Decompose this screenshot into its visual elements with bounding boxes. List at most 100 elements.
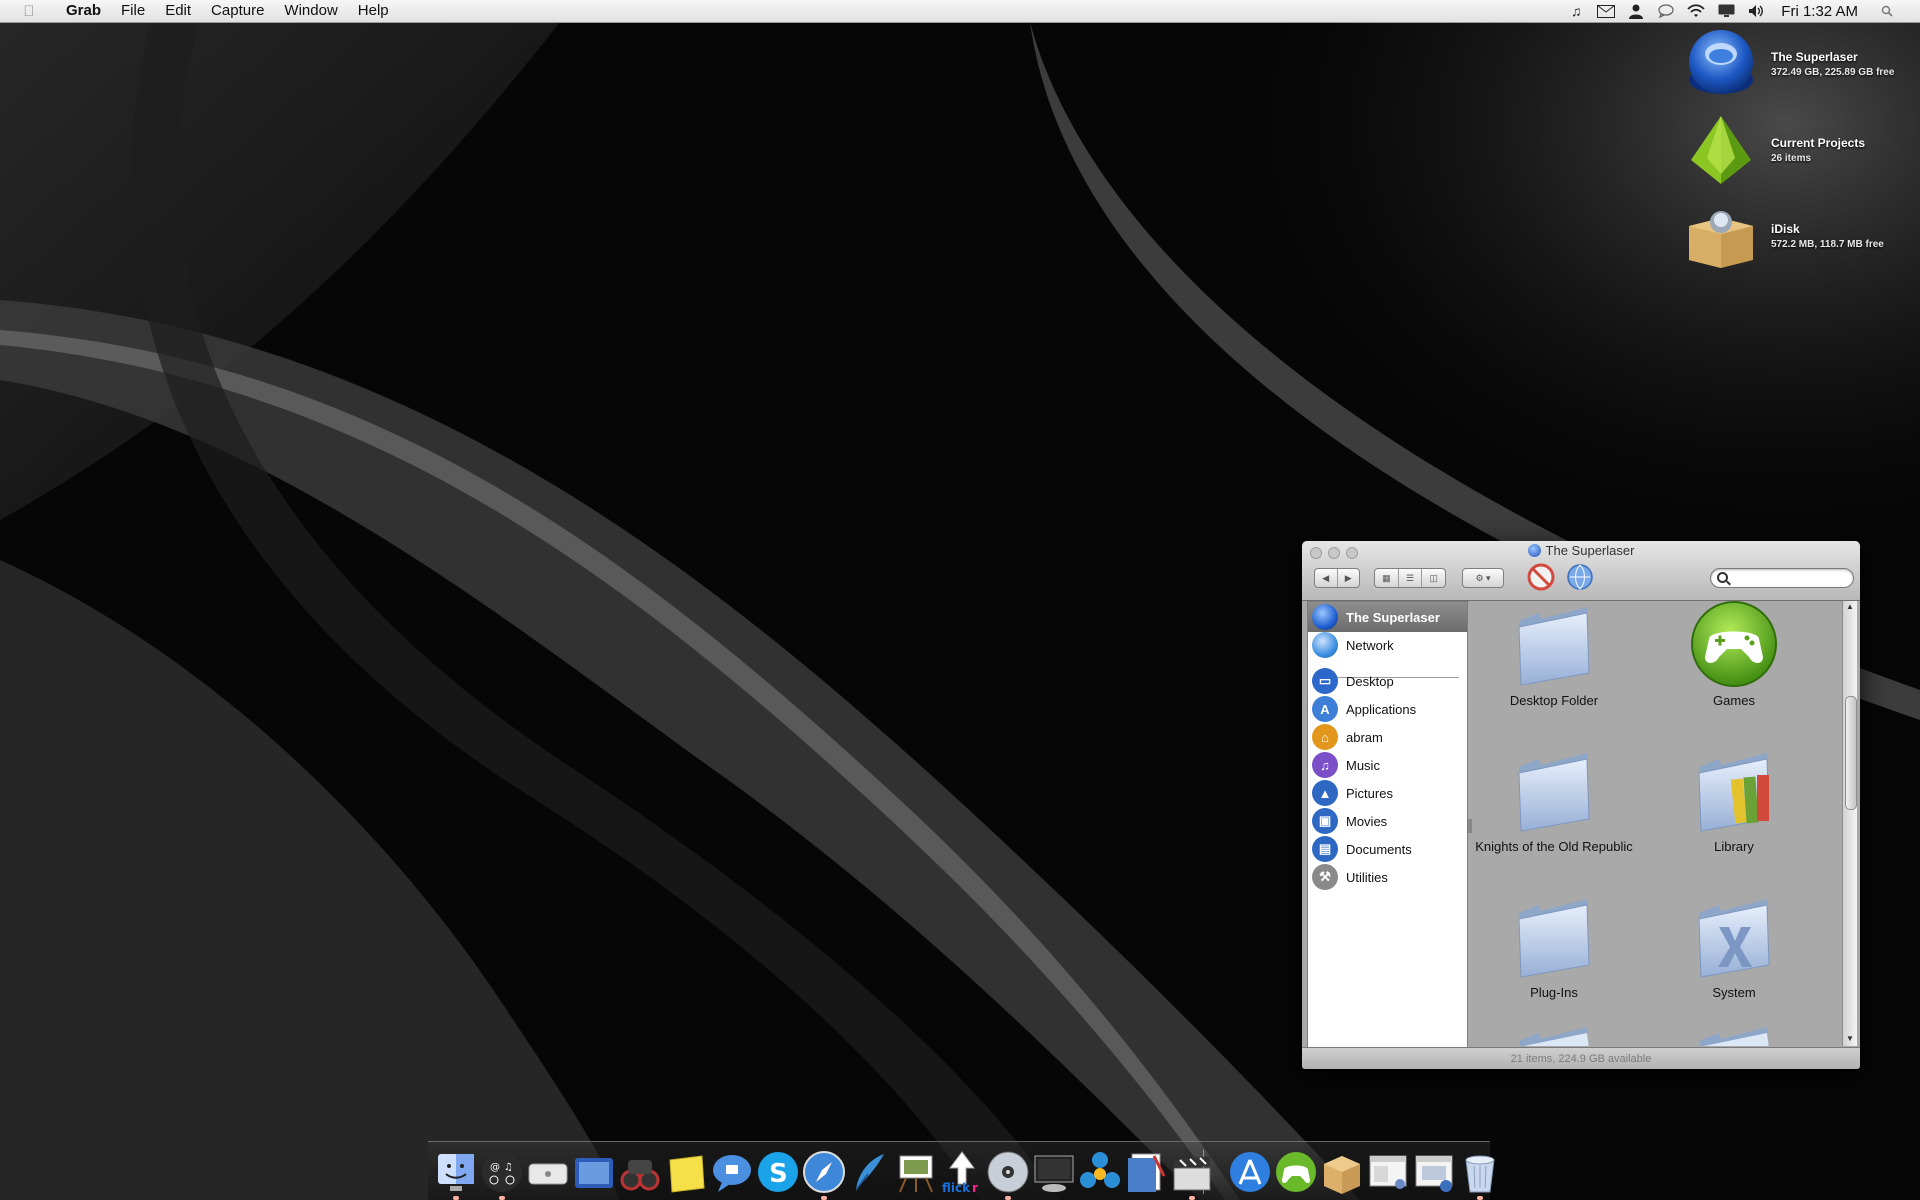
- skype-icon[interactable]: S: [756, 1150, 800, 1194]
- sidebar-item-label: Network: [1346, 637, 1394, 653]
- movie-clapper-icon[interactable]: [1170, 1150, 1214, 1194]
- spotlight-icon[interactable]: [1878, 3, 1896, 19]
- sidebar-item-applications[interactable]: A Applications: [1308, 694, 1467, 724]
- desktop-icon-info: 572.2 MB, 118.7 MB free: [1771, 239, 1884, 250]
- grid-item-games[interactable]: Games: [1654, 601, 1814, 708]
- volume-icon[interactable]: [1747, 3, 1765, 19]
- pyramid-folder-icon: [1691, 116, 1751, 184]
- grid-item-label: Desktop Folder: [1509, 693, 1599, 708]
- column-view-button[interactable]: ◫: [1422, 569, 1445, 587]
- running-indicator: [821, 1196, 827, 1200]
- wifi-icon[interactable]: [1687, 3, 1705, 19]
- dvd-player-icon[interactable]: [986, 1150, 1030, 1194]
- back-button[interactable]: ◀: [1315, 569, 1338, 587]
- sidebar-item-label: Documents: [1346, 841, 1412, 857]
- folder-icon: [1518, 899, 1590, 978]
- back-forward-control: ◀ ▶: [1314, 568, 1360, 588]
- network-globe-icon[interactable]: [1566, 563, 1594, 591]
- menu-edit[interactable]: Edit: [155, 0, 201, 22]
- sidebar-item-pictures[interactable]: ▲ Pictures: [1308, 778, 1467, 808]
- user-icon[interactable]: [1627, 3, 1645, 19]
- sidebar-item-label: abram: [1346, 729, 1383, 745]
- colloquy-icon[interactable]: [1078, 1150, 1122, 1194]
- menu-file[interactable]: File: [111, 0, 155, 22]
- sidebar-item-abram[interactable]: ⌂ abram: [1308, 722, 1467, 752]
- search-input[interactable]: [1731, 570, 1849, 586]
- stickies-icon[interactable]: [664, 1150, 708, 1194]
- app-store-icon[interactable]: [1228, 1150, 1272, 1194]
- display-icon[interactable]: [1717, 3, 1735, 19]
- chat-icon[interactable]: [1657, 3, 1675, 19]
- grid-item-plug-ins[interactable]: Plug-Ins: [1474, 891, 1634, 1000]
- preview-easel-icon[interactable]: [894, 1150, 938, 1194]
- sidebar-item-movies[interactable]: ▣ Movies: [1308, 806, 1467, 836]
- front-row-icon[interactable]: [1032, 1150, 1076, 1194]
- desktop-icon-current-projects[interactable]: Current Projects 26 items: [1685, 114, 1865, 186]
- window-screenshot-icon[interactable]: [1366, 1150, 1410, 1194]
- folder-icon: [1699, 1027, 1769, 1046]
- globe-icon: [1312, 632, 1338, 658]
- search-field[interactable]: [1710, 568, 1854, 588]
- sidebar-item-desktop[interactable]: ▭ Desktop: [1308, 666, 1467, 696]
- sidebar-item-utilities[interactable]: ⚒ Utilities: [1308, 862, 1467, 892]
- grid-item-label: Library: [1714, 839, 1754, 854]
- ichat-icon[interactable]: [710, 1150, 754, 1194]
- svg-text:♫: ♫: [504, 1162, 513, 1173]
- mail-icon[interactable]: [1597, 3, 1616, 19]
- grid-item-desktop-folder[interactable]: Desktop Folder: [1474, 601, 1634, 708]
- running-indicator: [1477, 1196, 1483, 1200]
- pictures-icon: ▲: [1312, 780, 1338, 806]
- running-indicator: [453, 1196, 459, 1200]
- no-entry-icon[interactable]: [1527, 563, 1555, 591]
- grid-item-kotor[interactable]: Knights of the Old Republic: [1474, 745, 1634, 854]
- trash-icon[interactable]: [1458, 1150, 1502, 1194]
- sidebar-item-documents[interactable]: ▤ Documents: [1308, 834, 1467, 864]
- dashboard-widgets-icon[interactable]: @ ♫: [480, 1150, 524, 1194]
- sidebar-item-network[interactable]: Network: [1308, 630, 1467, 660]
- games-icon[interactable]: [1274, 1150, 1318, 1194]
- dock: @ ♫ Sflick r: [428, 1141, 1495, 1200]
- sidebar-resize-handle[interactable]: [1468, 819, 1472, 833]
- vertical-scrollbar[interactable]: ▲ ▼: [1842, 601, 1857, 1046]
- apple-menu-icon[interactable]: : [18, 3, 40, 20]
- flickr-uploader-icon[interactable]: flick r: [940, 1150, 984, 1194]
- grab-icon[interactable]: [1412, 1150, 1456, 1194]
- scroll-down-arrow[interactable]: ▼: [1843, 1033, 1857, 1045]
- running-indicator: [1005, 1196, 1011, 1200]
- sidebar-item-music[interactable]: ♫ Music: [1308, 750, 1467, 780]
- forward-button[interactable]: ▶: [1338, 569, 1360, 587]
- binoculars-icon[interactable]: [618, 1150, 662, 1194]
- sidebar-item-superlaser[interactable]: The Superlaser: [1308, 602, 1467, 632]
- scroll-thumb[interactable]: [1845, 696, 1857, 810]
- desktop-icon-superlaser[interactable]: The Superlaser 372.49 GB, 225.89 GB free: [1685, 28, 1894, 100]
- textedit-icon[interactable]: [1124, 1150, 1168, 1194]
- icon-view-button[interactable]: ▦: [1375, 569, 1399, 587]
- menu-extras: ♫ Fri 1:32 AM: [1561, 0, 1902, 22]
- feather-quill-icon[interactable]: [848, 1150, 892, 1194]
- grid-item-system[interactable]: System: [1654, 891, 1814, 1000]
- search-icon: [1717, 572, 1728, 583]
- grid-item-library[interactable]: Library: [1654, 745, 1814, 854]
- svg-text:S: S: [769, 1159, 788, 1189]
- finder-icon[interactable]: [434, 1150, 478, 1194]
- system-folder-icon: [1698, 899, 1770, 978]
- menu-help[interactable]: Help: [348, 0, 399, 22]
- sidebar-item-label: The Superlaser: [1346, 609, 1440, 625]
- safari-icon[interactable]: [802, 1150, 846, 1194]
- menu-clock[interactable]: Fri 1:32 AM: [1781, 3, 1858, 20]
- desktop-icon-idisk[interactable]: iDisk 572.2 MB, 118.7 MB free: [1685, 200, 1884, 272]
- desktop-icon-label: iDisk: [1771, 222, 1800, 236]
- list-view-button[interactable]: ☰: [1399, 569, 1423, 587]
- scroll-up-arrow[interactable]: ▲: [1843, 601, 1857, 613]
- title-disk-icon: [1527, 544, 1541, 557]
- photo-booth-icon[interactable]: [572, 1150, 616, 1194]
- window-title-text: The Superlaser: [1545, 543, 1635, 558]
- package-box-icon[interactable]: [1320, 1150, 1364, 1194]
- gear-icon[interactable]: ⚙ ▾: [1463, 569, 1503, 587]
- menu-capture[interactable]: Capture: [201, 0, 274, 22]
- menu-grab[interactable]: Grab: [56, 0, 111, 22]
- hard-disk-icon: [1312, 604, 1338, 630]
- mac-mini-icon[interactable]: [526, 1150, 570, 1194]
- menu-window[interactable]: Window: [274, 0, 347, 22]
- music-note-icon[interactable]: ♫: [1567, 3, 1585, 19]
